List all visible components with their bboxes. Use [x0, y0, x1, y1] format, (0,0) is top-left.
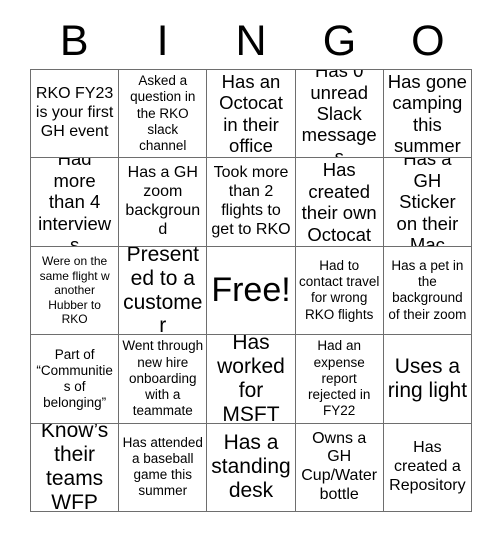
bingo-grid: RKO FY23 is your first GH event Asked a …	[30, 69, 472, 512]
bingo-free-space-text: Free!	[211, 270, 291, 309]
bingo-cell-r3c2[interactable]: Presented to a customer	[119, 246, 208, 336]
bingo-cell-r5c5[interactable]: Has created a Repository	[383, 423, 472, 512]
bingo-cell-text: Has 0 unread Slack messages	[301, 70, 377, 159]
bingo-cell-r4c2[interactable]: Went through new hire onboarding with a …	[119, 335, 208, 424]
bingo-cell-text: Has attended a baseball game this summer	[122, 434, 203, 499]
bingo-cell-text: Went through new hire onboarding with a …	[122, 338, 204, 419]
bingo-cell-free-space[interactable]: Free!	[207, 246, 296, 336]
bingo-cell-text: Know’s their teams WFP	[40, 423, 109, 512]
bingo-card: B I N G O RKO FY23 is your first GH even…	[0, 0, 500, 544]
bingo-cell-r2c5[interactable]: Has a GH Sticker on their Mac	[383, 158, 472, 247]
bingo-cell-r4c3[interactable]: Has worked for MSFT	[207, 335, 296, 424]
bingo-cell-r4c5[interactable]: Uses a ring light	[383, 335, 472, 424]
bingo-cell-r5c4[interactable]: Owns a GH Cup/Water bottle	[295, 423, 384, 512]
bingo-cell-r1c3[interactable]: Has an Octocat in their office	[207, 70, 296, 159]
bingo-cell-r3c4[interactable]: Had to contact travel for wrong RKO flig…	[295, 246, 384, 336]
bingo-cell-r1c5[interactable]: Has gone camping this summer	[383, 70, 472, 159]
bingo-header-letter-g: G	[322, 17, 357, 65]
bingo-cell-r4c1[interactable]: Part of “Communities of belonging”	[31, 335, 120, 424]
bingo-cell-text: Has a GH Sticker on their Mac	[396, 158, 459, 247]
bingo-cell-text: Uses a ring light	[387, 354, 468, 402]
bingo-cell-r2c1[interactable]: Had more than 4 interviews	[31, 158, 120, 247]
bingo-header-letter-b: B	[59, 17, 89, 65]
bingo-cell-text: Had an expense report rejected in FY22	[308, 338, 371, 419]
bingo-cell-text: Presented to a customer	[123, 246, 203, 336]
bingo-cell-r4c4[interactable]: Had an expense report rejected in FY22	[295, 335, 384, 424]
bingo-header-letter-i: I	[156, 17, 169, 65]
bingo-header-row: B I N G O	[30, 14, 472, 69]
bingo-cell-r2c2[interactable]: Has a GH zoom background	[119, 158, 208, 247]
bingo-cell-text: Asked a question in the RKO slack channe…	[130, 73, 196, 153]
bingo-cell-text: Has a pet in the background of their zoo…	[388, 258, 467, 322]
bingo-cell-text: Part of “Communities of belonging”	[36, 346, 113, 411]
bingo-cell-r5c2[interactable]: Has attended a baseball game this summer	[119, 423, 208, 512]
bingo-cell-text: Has a GH zoom background	[125, 164, 201, 238]
bingo-cell-text: Were on the same flight w another Hubber…	[39, 253, 110, 327]
bingo-cell-r2c4[interactable]: Has created their own Octocat	[295, 158, 384, 247]
bingo-cell-text: Has gone camping this summer	[387, 70, 467, 157]
bingo-cell-text: Owns a GH Cup/Water bottle	[301, 429, 378, 504]
bingo-cell-text: Took more than 2 flights to get to RKO	[211, 164, 291, 238]
bingo-cell-text: Has a standing desk	[211, 431, 291, 503]
bingo-cell-r3c5[interactable]: Has a pet in the background of their zoo…	[383, 246, 472, 336]
bingo-cell-r3c1[interactable]: Were on the same flight w another Hubber…	[31, 246, 120, 336]
bingo-cell-r1c4[interactable]: Has 0 unread Slack messages	[295, 70, 384, 159]
bingo-cell-text: RKO FY23 is your first GH event	[35, 85, 114, 141]
bingo-cell-r5c3[interactable]: Has a standing desk	[207, 423, 296, 512]
bingo-cell-text: Had more than 4 interviews	[38, 158, 112, 247]
bingo-cell-r1c1[interactable]: RKO FY23 is your first GH event	[31, 70, 120, 159]
bingo-cell-text: Has an Octocat in their office	[219, 70, 283, 157]
bingo-cell-text: Had to contact travel for wrong RKO flig…	[299, 258, 380, 322]
bingo-cell-text: Has created their own Octocat	[301, 159, 377, 245]
bingo-cell-r2c3[interactable]: Took more than 2 flights to get to RKO	[207, 158, 296, 247]
bingo-header-letter-o: O	[411, 17, 445, 65]
bingo-cell-text: Has worked for MSFT	[217, 335, 285, 424]
bingo-header-letter-n: N	[235, 17, 267, 65]
bingo-cell-r5c1[interactable]: Know’s their teams WFP	[31, 423, 120, 512]
bingo-cell-r1c2[interactable]: Asked a question in the RKO slack channe…	[119, 70, 208, 159]
bingo-cell-text: Has created a Repository	[389, 438, 466, 494]
